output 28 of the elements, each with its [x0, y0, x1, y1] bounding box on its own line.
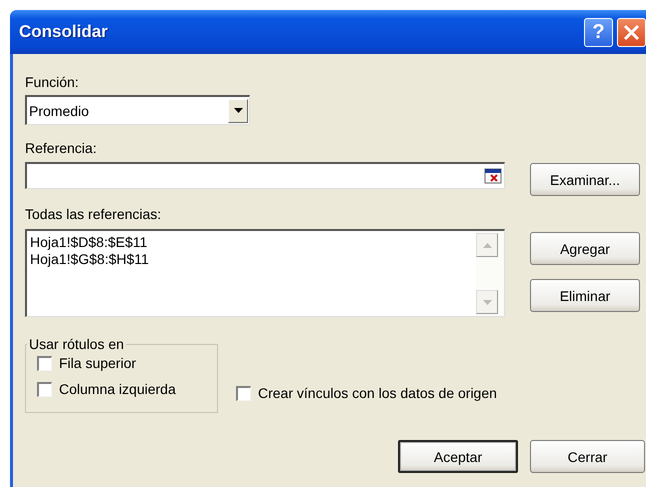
reference-field[interactable] [25, 162, 505, 189]
scroll-up-button[interactable] [476, 233, 498, 257]
checkbox-label: Columna izquierda [59, 381, 176, 397]
checkbox[interactable] [37, 382, 52, 396]
add-button[interactable]: Agregar [530, 232, 640, 265]
checkbox[interactable] [236, 386, 251, 400]
list-item[interactable]: Hoja1!$G$8:$H$11 [30, 251, 476, 268]
checkbox-label: Crear vínculos con los datos de origen [258, 385, 497, 401]
field-label: Función: [25, 74, 80, 91]
function-dropdown[interactable]: Promedio [25, 95, 250, 125]
field-label: Referencia: [25, 140, 98, 157]
window-title: Consolidar [19, 22, 109, 42]
scroll-down-button[interactable] [476, 290, 498, 314]
list-item[interactable]: Hoja1!$D$8:$E$11 [30, 234, 476, 251]
up-arrow-icon [482, 242, 492, 248]
delete-button[interactable]: Eliminar [530, 279, 640, 312]
dialog-button[interactable]: Cerrar [530, 440, 645, 473]
close-button[interactable] [617, 18, 646, 46]
checkbox[interactable] [37, 356, 52, 370]
field-label: Todas las referencias: [25, 206, 162, 223]
browse-button[interactable]: Examinar... [530, 163, 640, 196]
references-list[interactable]: Hoja1!$D$8:$E$11 Hoja1!$G$8:$H$11 [25, 229, 505, 317]
down-arrow-icon [482, 300, 492, 304]
group-title: Usar rótulos en [28, 337, 125, 352]
dialog-button[interactable]: Aceptar [398, 440, 518, 473]
collapse-dialog-icon[interactable] [484, 167, 502, 185]
checkbox-label: Fila superior [59, 355, 136, 371]
caret-icon [234, 108, 242, 113]
